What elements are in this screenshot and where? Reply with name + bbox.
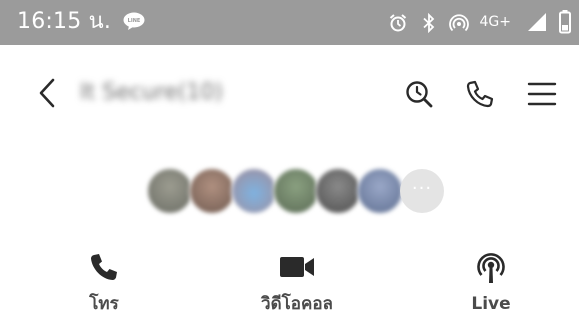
battery-icon [559, 10, 571, 34]
phone-icon [91, 254, 117, 280]
alarm-icon [389, 14, 407, 32]
video-call-button[interactable]: วิดีโอคอล [227, 248, 367, 316]
network-type: 4G+ [479, 14, 512, 30]
bluetooth-icon [423, 13, 435, 33]
avatar [231, 168, 277, 214]
more-members-indicator[interactable]: ··· [400, 169, 444, 213]
back-icon[interactable] [33, 76, 63, 110]
hotspot-icon [449, 14, 469, 32]
avatar [189, 168, 235, 214]
status-time: 16:15 น. [17, 9, 112, 34]
line-notification-icon: LINE [123, 12, 145, 30]
signal-icon [528, 13, 546, 31]
avatar [147, 168, 193, 214]
chat-title: It Secure(10) [80, 80, 223, 105]
live-label: Live [471, 294, 511, 314]
menu-icon[interactable] [526, 78, 558, 110]
broadcast-icon [477, 253, 505, 283]
call-actions: โทร วิดีโอคอล Live [0, 248, 579, 316]
video-call-label: วิดีโอคอล [261, 294, 333, 314]
avatar [315, 168, 361, 214]
live-button[interactable]: Live [421, 248, 561, 316]
video-camera-icon [280, 257, 314, 277]
avatar [273, 168, 319, 214]
call-button[interactable]: โทร [34, 248, 174, 316]
svg-text:LINE: LINE [128, 18, 141, 24]
search-icon[interactable] [403, 78, 435, 110]
chat-header: It Secure(10) [0, 60, 579, 130]
avatar [357, 168, 403, 214]
status-bar: 16:15 น. LINE 4G+ [0, 0, 579, 45]
phone-icon[interactable] [464, 78, 496, 110]
call-label: โทร [89, 294, 119, 314]
